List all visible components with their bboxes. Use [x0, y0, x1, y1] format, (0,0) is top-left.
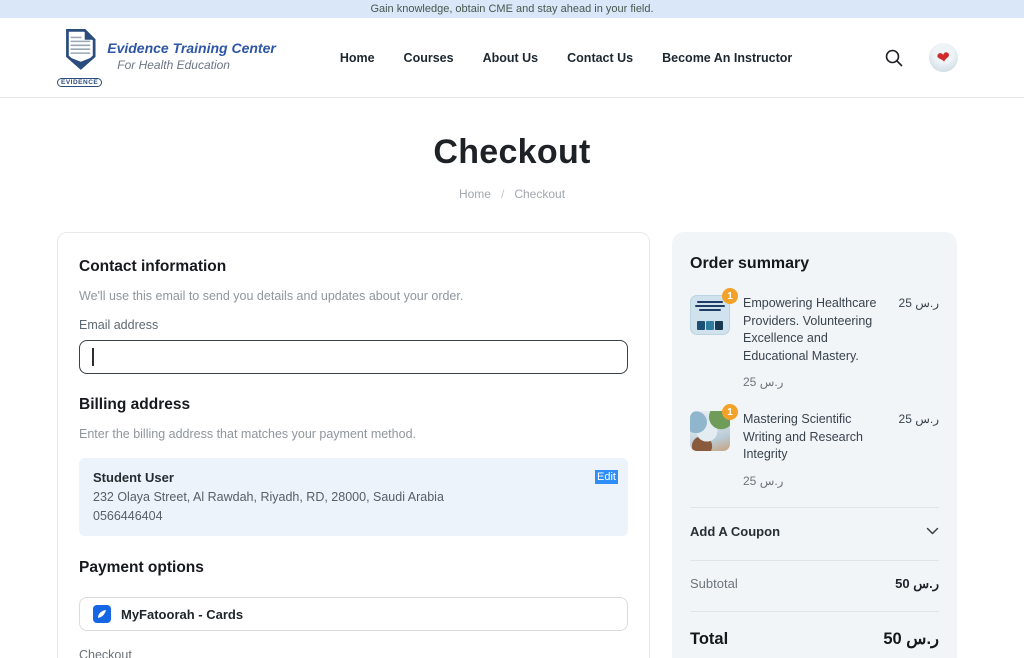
item-title: Empowering Healthcare Providers. Volunte… [743, 295, 893, 365]
email-field[interactable] [79, 340, 628, 374]
user-avatar[interactable]: ❤ [929, 43, 958, 72]
billing-description: Enter the billing address that matches y… [79, 427, 628, 441]
site-header: EVIDENCE Evidence Training Center For He… [0, 18, 1024, 98]
search-icon[interactable] [884, 48, 904, 68]
heart-icon: ❤ [936, 50, 952, 68]
email-label: Email address [79, 318, 628, 332]
quantity-badge: 1 [722, 404, 738, 420]
page-title: Checkout [0, 133, 1024, 172]
edit-billing-button[interactable]: Edit [595, 470, 618, 484]
main-nav: Home Courses About Us Contact Us Become … [340, 51, 792, 65]
order-summary-card: Order summary 1 E [672, 232, 957, 658]
subtotal-row: Subtotal 50 ر.س [690, 576, 939, 592]
checkout-label: Checkout [79, 648, 628, 658]
announcement-text: Gain knowledge, obtain CME and stay ahea… [370, 3, 653, 15]
divider [690, 611, 939, 612]
item-title: Mastering Scientific Writing and Researc… [743, 411, 893, 464]
breadcrumb-current: Checkout [514, 187, 565, 201]
brand-tagline: For Health Education [117, 58, 276, 72]
nav-courses[interactable]: Courses [404, 51, 454, 65]
nav-become-instructor[interactable]: Become An Instructor [662, 51, 792, 65]
payment-heading: Payment options [79, 559, 628, 577]
order-item: 1 Empowering Healthcare Providers. Volun… [690, 295, 939, 389]
coupon-label: Add A Coupon [690, 524, 780, 539]
item-unit-price: 25 ر.س [743, 474, 893, 488]
billing-address-card: Student User 232 Olaya Street, Al Rawdah… [79, 458, 628, 536]
breadcrumb: Home / Checkout [0, 187, 1024, 201]
order-summary-heading: Order summary [690, 255, 939, 273]
payment-method-label: MyFatoorah - Cards [121, 607, 243, 622]
chevron-down-icon [926, 523, 939, 541]
order-item: 1 Mastering Scientific Writing and Resea… [690, 411, 939, 488]
quantity-badge: 1 [722, 288, 738, 304]
nav-contact-us[interactable]: Contact Us [567, 51, 633, 65]
nav-home[interactable]: Home [340, 51, 375, 65]
checkout-layout: Contact information We'll use this email… [57, 232, 1024, 658]
item-price: 25 ر.س [899, 411, 939, 488]
contact-heading: Contact information [79, 258, 628, 276]
item-price: 25 ر.س [899, 295, 939, 389]
brand-logo[interactable]: EVIDENCE Evidence Training Center For He… [57, 28, 276, 87]
page-head: Checkout Home / Checkout [0, 98, 1024, 201]
subtotal-value: 50 ر.س [895, 576, 939, 592]
text-cursor [92, 348, 94, 366]
contact-description: We'll use this email to send you details… [79, 289, 628, 303]
divider [690, 560, 939, 561]
total-row: Total 50 ر.س [690, 629, 939, 649]
announcement-bar: Gain knowledge, obtain CME and stay ahea… [0, 0, 1024, 18]
billing-heading: Billing address [79, 396, 628, 414]
breadcrumb-home[interactable]: Home [459, 187, 491, 201]
billing-address: 232 Olaya Street, Al Rawdah, Riyadh, RD,… [93, 490, 614, 504]
myfatoorah-icon [93, 605, 111, 623]
nav-about-us[interactable]: About Us [483, 51, 539, 65]
billing-name: Student User [93, 470, 614, 485]
checkout-form-card: Contact information We'll use this email… [57, 232, 650, 658]
breadcrumb-separator: / [501, 187, 504, 201]
brand-name: Evidence Training Center [107, 40, 276, 56]
total-value: 50 ر.س [883, 629, 939, 649]
payment-method-option[interactable]: MyFatoorah - Cards [79, 597, 628, 631]
divider [690, 507, 939, 508]
subtotal-label: Subtotal [690, 576, 738, 591]
item-unit-price: 25 ر.س [743, 375, 893, 389]
document-shield-icon [60, 28, 100, 77]
brand-badge: EVIDENCE [57, 78, 102, 87]
add-coupon-toggle[interactable]: Add A Coupon [690, 523, 939, 541]
total-label: Total [690, 630, 728, 649]
billing-phone: 0566446404 [93, 509, 614, 523]
